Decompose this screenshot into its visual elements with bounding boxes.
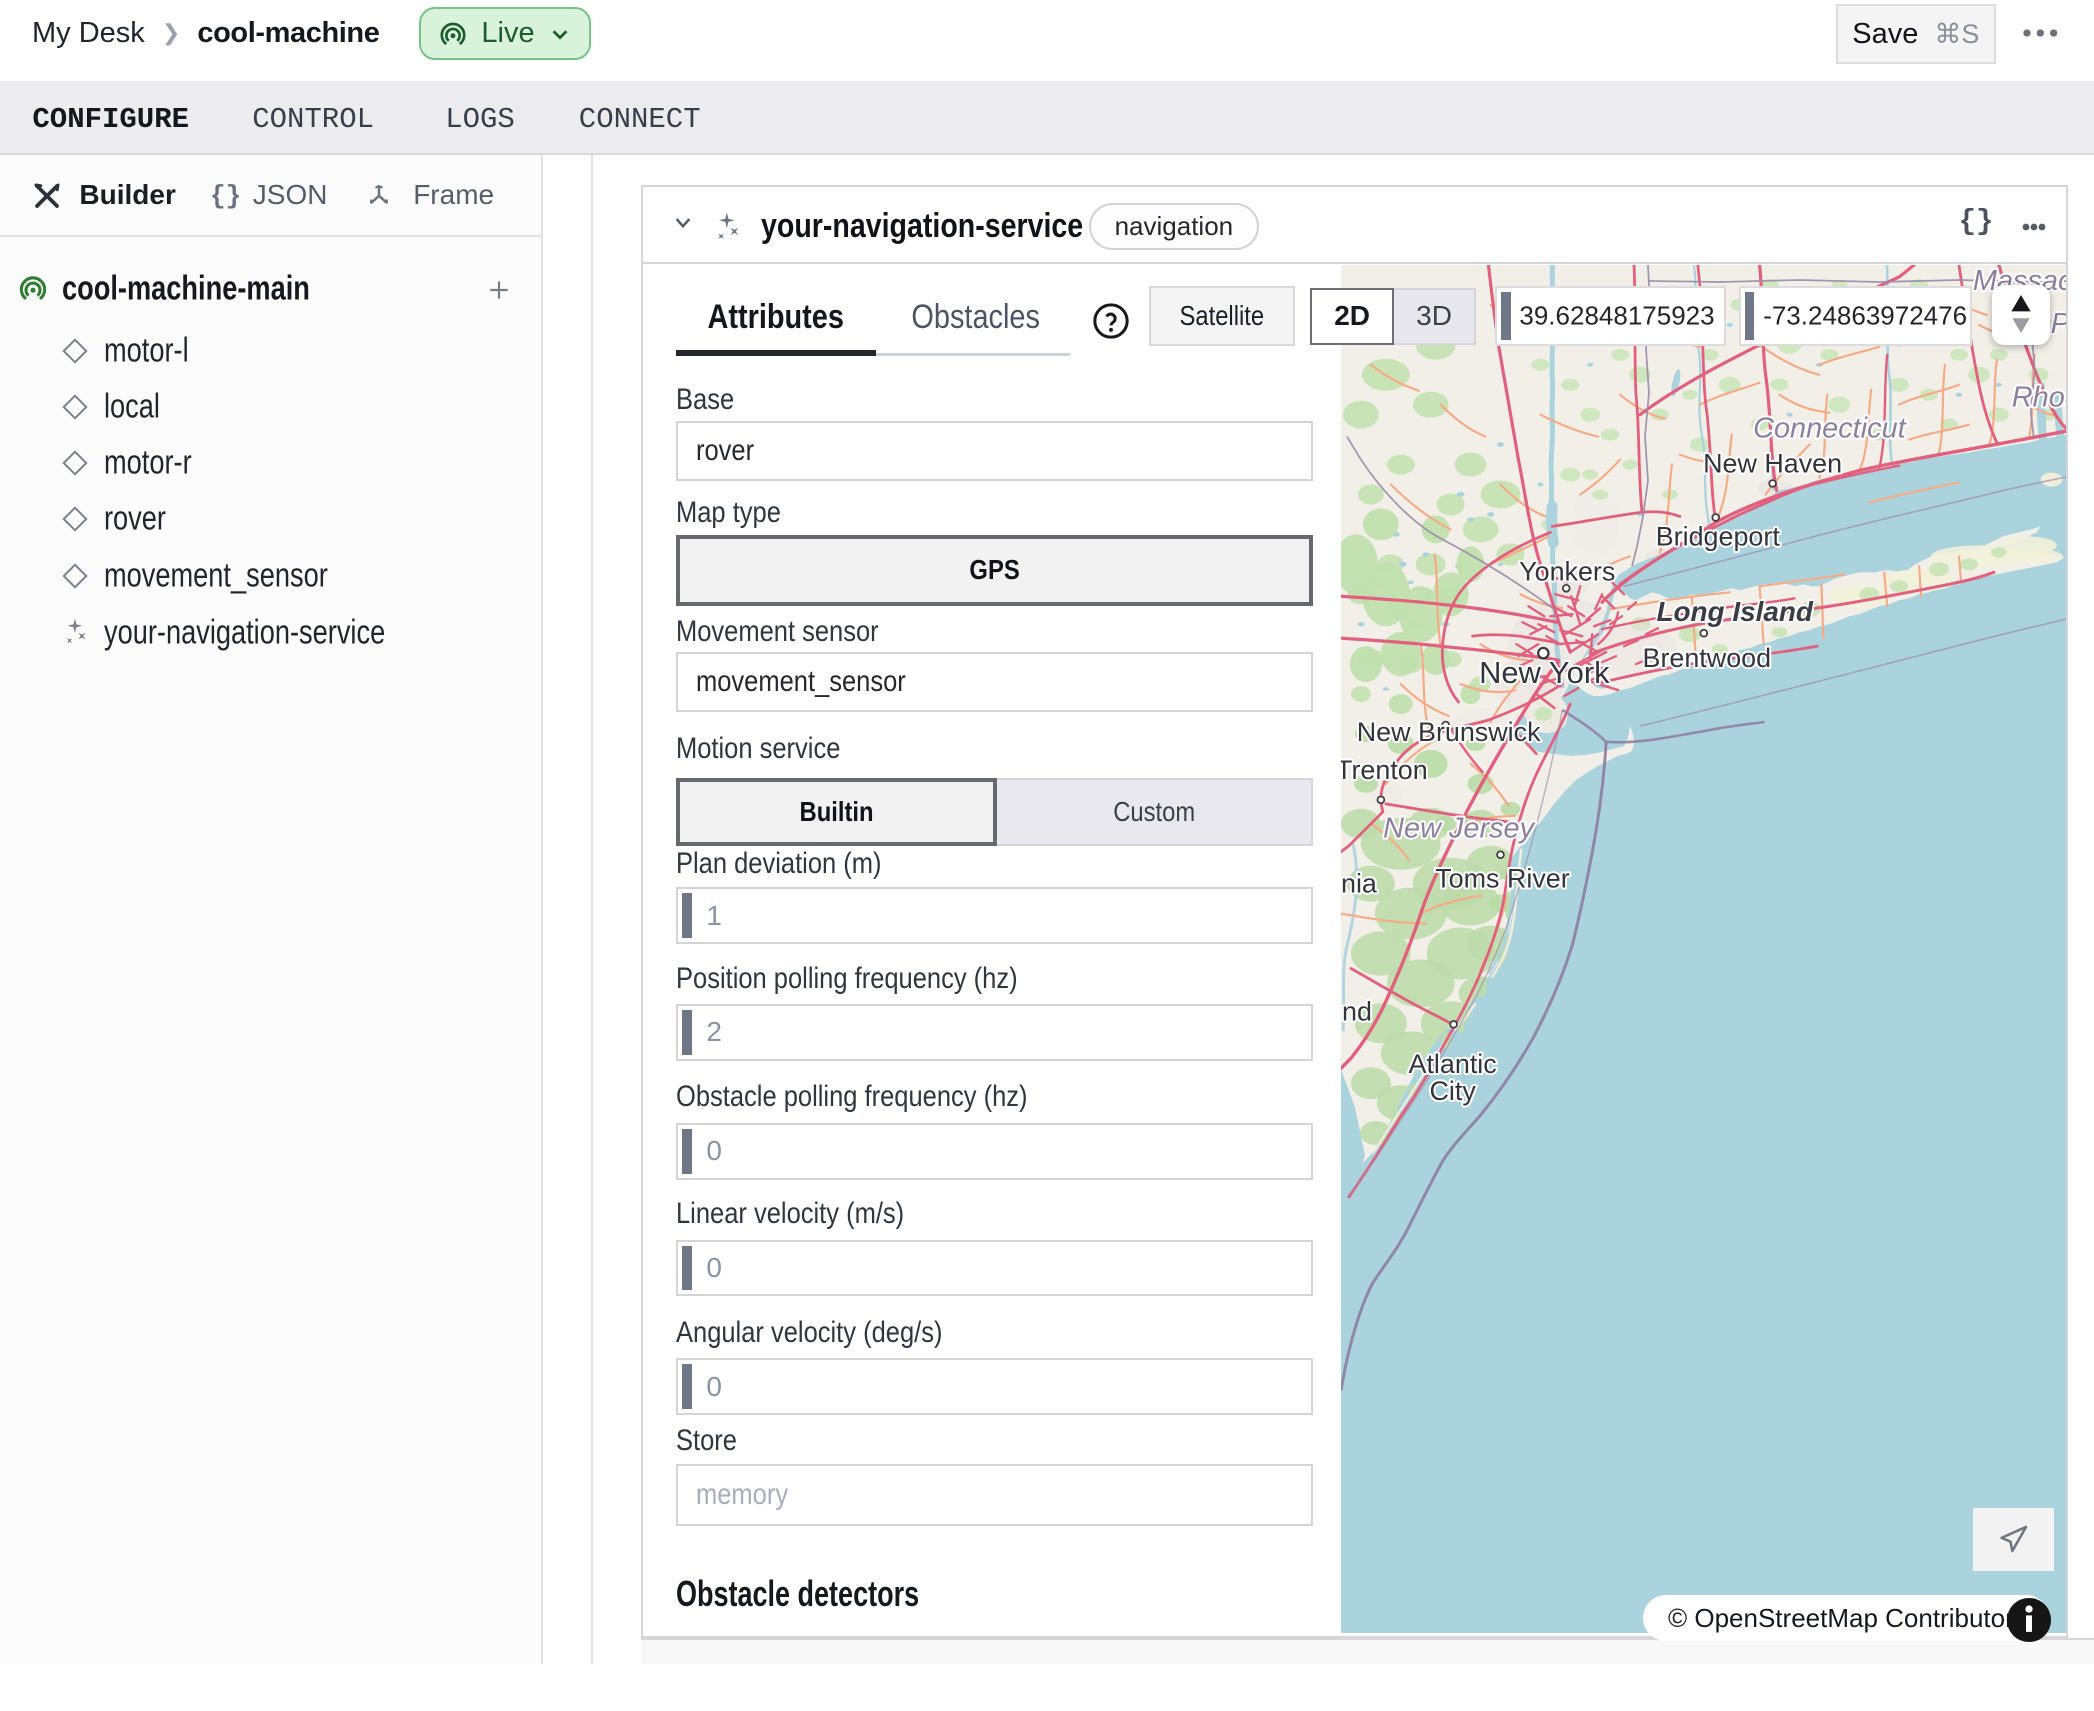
svg-text:New Brunswick: New Brunswick: [1356, 717, 1540, 747]
svg-text:Yonkers: Yonkers: [1519, 556, 1615, 586]
svg-text:New Haven: New Haven: [1703, 449, 1842, 479]
svg-text:Trenton: Trenton: [1341, 755, 1428, 785]
svg-text:nia: nia: [1341, 869, 1377, 899]
svg-text:Provi: Provi: [2050, 308, 2066, 340]
svg-text:Connecticut: Connecticut: [1753, 413, 1908, 445]
svg-text:City: City: [1429, 1076, 1476, 1106]
svg-text:New Jersey: New Jersey: [1383, 813, 1535, 845]
svg-text:Atlantic: Atlantic: [1408, 1049, 1496, 1079]
svg-text:Bridgeport: Bridgeport: [1655, 522, 1780, 552]
svg-text:New York: New York: [1479, 655, 1610, 690]
svg-text:Rhode Isla: Rhode Isla: [2011, 382, 2066, 414]
svg-text:nd: nd: [1342, 997, 1372, 1027]
svg-text:Toms River: Toms River: [1435, 864, 1570, 894]
svg-text:Long Island: Long Island: [1656, 596, 1813, 627]
svg-text:Brentwood: Brentwood: [1642, 643, 1771, 673]
